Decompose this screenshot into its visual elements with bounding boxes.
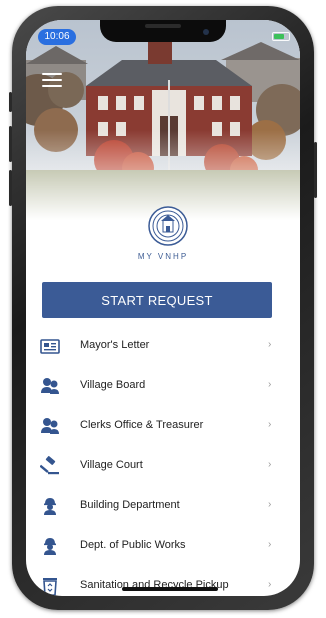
menu-item-building-department[interactable]: Building Department › (26, 486, 300, 526)
village-hall-photo (26, 20, 300, 220)
volume-up-button (9, 126, 12, 162)
menu-item-label: Village Board (80, 379, 146, 391)
menu-item-label: Building Department (80, 499, 180, 511)
menu-item-label: Village Court (80, 459, 143, 471)
people-group-icon (41, 378, 59, 394)
device-notch (100, 20, 226, 42)
village-seal-icon (148, 206, 188, 246)
letter-icon (40, 339, 60, 354)
hero-image (26, 20, 300, 220)
app-screen: 10:06 MY VNHP START REQUEST Mayor's Lett… (26, 20, 300, 596)
chevron-right-icon: › (268, 579, 272, 590)
battery-level (274, 34, 284, 39)
menu-item-public-works[interactable]: Dept. of Public Works › (26, 526, 300, 566)
volume-down-button (9, 170, 12, 206)
gavel-icon (40, 456, 59, 475)
menu-item-label: Mayor's Letter (80, 339, 150, 351)
app-brand-name: MY VNHP (137, 252, 189, 261)
front-camera (203, 29, 209, 35)
menu-item-label: Clerks Office & Treasurer (80, 419, 204, 431)
battery-charging-icon (272, 32, 290, 41)
worker-icon (44, 538, 56, 555)
chevron-right-icon: › (268, 339, 272, 350)
recycle-bin-icon (43, 578, 57, 596)
chevron-right-icon: › (268, 499, 272, 510)
chevron-right-icon: › (268, 539, 272, 550)
power-button (314, 142, 317, 198)
chevron-right-icon: › (268, 419, 272, 430)
hamburger-menu-icon[interactable] (42, 73, 62, 87)
menu-item-mayors-letter[interactable]: Mayor's Letter › (26, 326, 300, 366)
chevron-right-icon: › (268, 459, 272, 470)
earpiece-speaker (145, 24, 181, 28)
services-menu: Mayor's Letter › Village Board › Clerks … (26, 326, 300, 596)
start-request-button[interactable]: START REQUEST (42, 282, 272, 318)
chevron-right-icon: › (268, 379, 272, 390)
menu-item-clerks-office[interactable]: Clerks Office & Treasurer › (26, 406, 300, 446)
status-time: 10:06 (38, 29, 76, 45)
people-group-icon (41, 418, 59, 434)
menu-item-sanitation[interactable]: Sanitation and Recycle Pickup › (26, 566, 300, 596)
home-indicator[interactable] (122, 587, 218, 591)
menu-item-label: Dept. of Public Works (80, 539, 186, 551)
menu-item-village-board[interactable]: Village Board › (26, 366, 300, 406)
mute-switch (9, 92, 12, 112)
worker-icon (44, 498, 56, 515)
menu-item-village-court[interactable]: Village Court › (26, 446, 300, 486)
